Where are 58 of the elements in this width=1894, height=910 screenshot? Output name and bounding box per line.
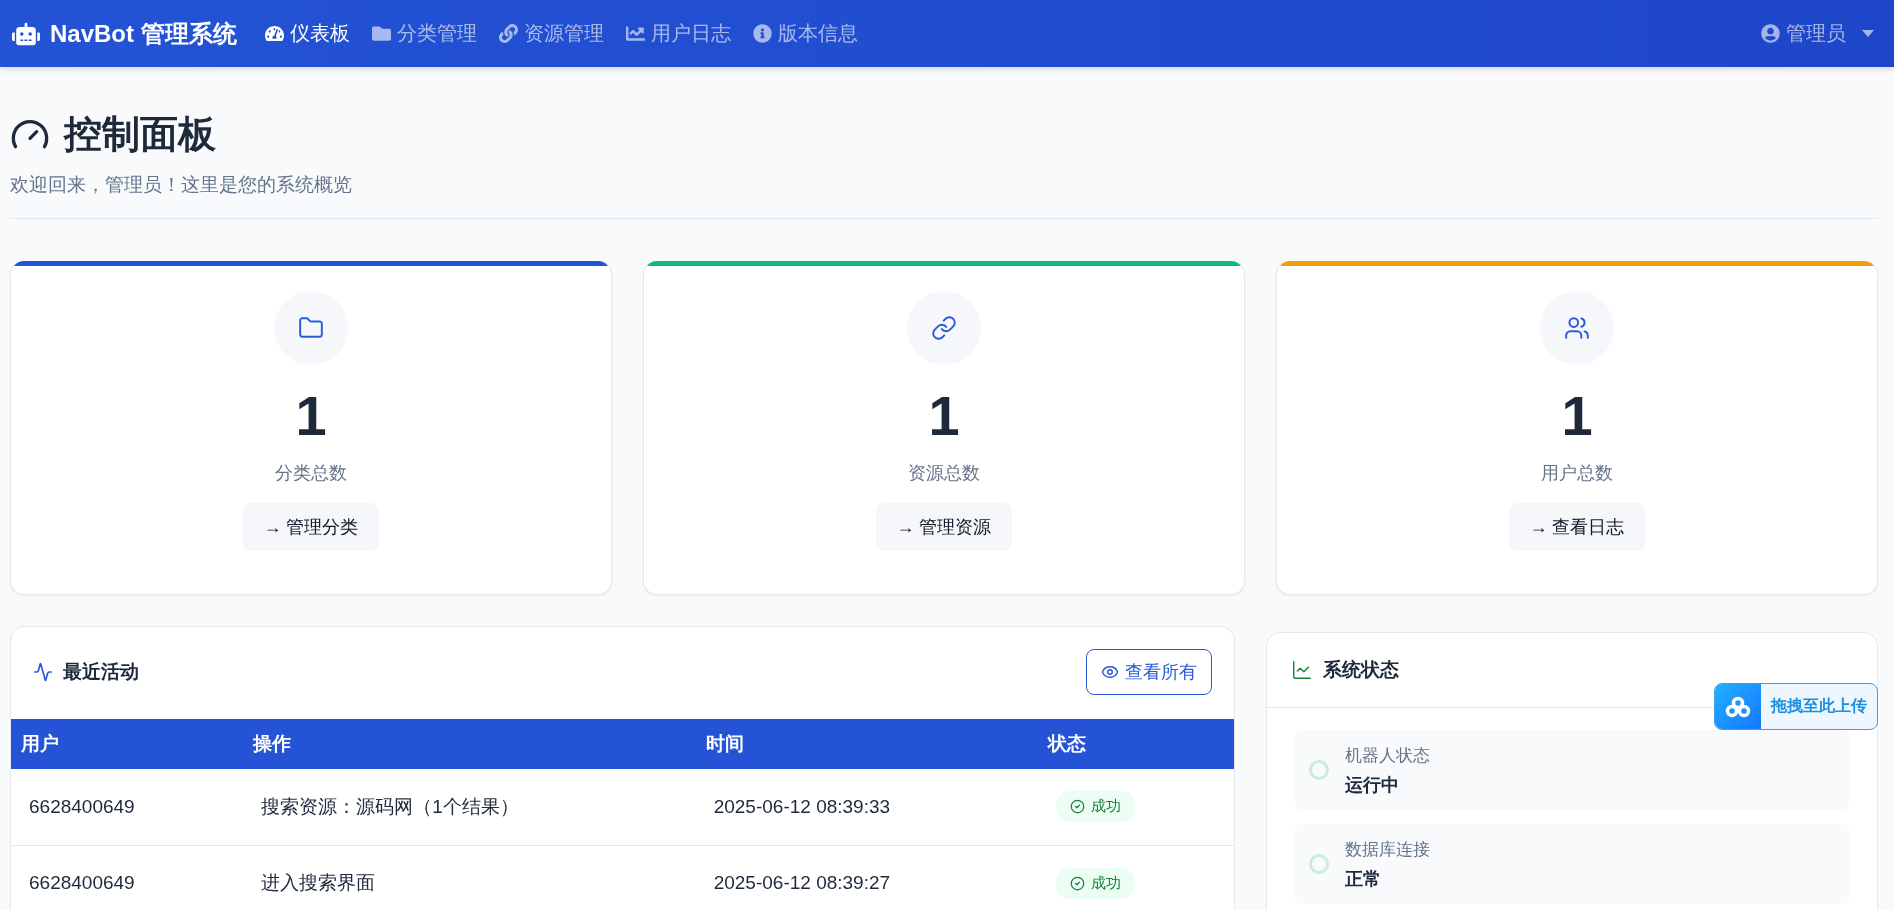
page-title: 控制面板 bbox=[64, 112, 216, 157]
table-cell: 2025-06-12 08:39:27 bbox=[695, 845, 1038, 910]
stat-label: 分类总数 bbox=[275, 461, 347, 485]
page-subtitle: 欢迎回来，管理员！这里是您的系统概览 bbox=[10, 173, 353, 197]
nav-link[interactable]: 版本信息 bbox=[752, 20, 858, 47]
nav-icon bbox=[264, 24, 284, 43]
table-cell: 搜索资源：源码网（1个结果） bbox=[243, 769, 696, 845]
status-label: 机器人状态 bbox=[1344, 744, 1430, 767]
nav-icon bbox=[371, 24, 391, 43]
nav-icon bbox=[752, 24, 772, 43]
eye-icon bbox=[1100, 663, 1119, 681]
status-label: 数据库连接 bbox=[1344, 838, 1430, 861]
view-all-button[interactable]: 查看所有 bbox=[1085, 649, 1212, 695]
line-chart-icon bbox=[1290, 659, 1313, 681]
table-cell: 6628400649 bbox=[11, 845, 244, 910]
stat-label: 资源总数 bbox=[908, 461, 980, 485]
brand-name: NavBot 管理系统 bbox=[50, 18, 237, 49]
nav-icon bbox=[498, 24, 518, 43]
status-badge: 成功 bbox=[1056, 791, 1135, 823]
status-ring-icon bbox=[1308, 854, 1329, 874]
status-badge: 成功 bbox=[1056, 867, 1135, 899]
brand-logo[interactable]: NavBot 管理系统 bbox=[12, 17, 237, 50]
stat-label: 用户总数 bbox=[1541, 461, 1613, 485]
nav-icon bbox=[625, 24, 645, 43]
pulse-icon bbox=[33, 662, 53, 682]
table-header: 用户 bbox=[11, 719, 244, 769]
panel-title: 最近活动 bbox=[63, 660, 139, 684]
stat-action-button[interactable]: → 管理分类 bbox=[243, 502, 379, 551]
user-menu[interactable]: 管理员 bbox=[1761, 20, 1882, 47]
table-cell: 进入搜索界面 bbox=[243, 845, 696, 910]
stat-icon bbox=[298, 315, 324, 341]
table-header: 操作 bbox=[243, 719, 696, 769]
check-icon bbox=[1070, 799, 1085, 815]
status-ring-icon bbox=[1308, 760, 1329, 780]
check-icon bbox=[1070, 875, 1085, 891]
caret-icon bbox=[1862, 30, 1874, 37]
stat-icon bbox=[931, 315, 957, 341]
upload-widget[interactable]: 拖拽至此上传 bbox=[1714, 683, 1878, 730]
nav-link[interactable]: 用户日志 bbox=[625, 20, 731, 47]
nav-link[interactable]: 仪表板 bbox=[264, 20, 350, 47]
table-header: 时间 bbox=[695, 719, 1038, 769]
status-value: 正常 bbox=[1344, 867, 1382, 891]
panel-title: 系统状态 bbox=[1322, 658, 1399, 682]
stat-action-button[interactable]: → 管理资源 bbox=[876, 502, 1012, 551]
cloud-icon bbox=[1725, 695, 1751, 718]
user-icon bbox=[1761, 24, 1780, 43]
stat-icon bbox=[1564, 315, 1590, 341]
stat-value: 1 bbox=[1561, 385, 1593, 447]
table-cell: 2025-06-12 08:39:33 bbox=[695, 769, 1038, 845]
stat-value: 1 bbox=[928, 385, 960, 447]
table-header: 状态 bbox=[1038, 719, 1234, 769]
stat-value: 1 bbox=[295, 385, 327, 447]
stat-action-button[interactable]: → 查看日志 bbox=[1509, 502, 1645, 551]
nav-link[interactable]: 分类管理 bbox=[371, 20, 477, 47]
table-cell: 6628400649 bbox=[11, 769, 244, 845]
nav-link[interactable]: 资源管理 bbox=[498, 20, 604, 47]
status-value: 运行中 bbox=[1344, 773, 1400, 797]
upload-label: 拖拽至此上传 bbox=[1769, 696, 1868, 716]
